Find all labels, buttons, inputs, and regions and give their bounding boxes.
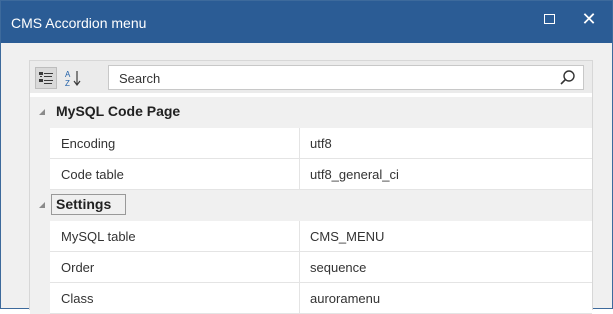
property-row[interactable]: Code table utf8_general_ci [30,159,592,190]
category-label: MySQL Code Page [56,103,181,119]
window-title: CMS Accordion menu [11,15,147,31]
property-value-cell[interactable]: CMS_MENU [300,221,592,252]
collapse-icon[interactable] [38,201,46,209]
property-value-cell[interactable]: auroramenu [300,283,592,314]
property-name: Code table [61,167,124,182]
maximize-icon [543,14,555,24]
alphabetical-sort-button[interactable]: A Z [62,67,84,89]
collapse-icon[interactable] [38,108,46,116]
maximize-button[interactable] [529,1,569,37]
property-name-cell[interactable]: Code table [50,159,300,190]
property-name-cell[interactable]: Class [50,283,300,314]
property-value: CMS_MENU [310,229,385,244]
property-value: auroramenu [310,291,381,306]
row-gutter [30,283,50,314]
sort-alphabetical-icon: A Z [65,70,81,87]
property-value: utf8 [310,136,332,151]
property-value: utf8_general_ci [310,167,399,182]
row-gutter [30,252,50,283]
close-button[interactable]: ✕ [569,1,609,37]
property-name-cell[interactable]: Order [50,252,300,283]
property-value: sequence [310,260,367,275]
property-grid: MySQL Code Page Encoding utf8 Code table… [30,97,592,314]
property-row[interactable]: Encoding utf8 [30,128,592,159]
property-row[interactable]: MySQL table CMS_MENU [30,221,592,252]
property-name: Encoding [61,136,116,151]
close-icon: ✕ [581,8,597,29]
category-row[interactable]: MySQL Code Page [30,97,592,128]
categorized-view-button[interactable] [35,67,57,89]
property-grid-panel: A Z Search MySQL Code Page Encoding utf8… [29,60,593,314]
property-name: Order [61,260,95,275]
category-row[interactable]: Settings [30,190,592,221]
search-placeholder: Search [119,71,161,86]
property-row[interactable]: Order sequence [30,252,592,283]
property-value-cell[interactable]: utf8 [300,128,592,159]
svg-text:A: A [65,70,71,79]
search-icon[interactable] [559,69,577,87]
svg-text:Z: Z [65,79,70,87]
property-toolbar: A Z Search [30,61,592,93]
title-bar[interactable]: CMS Accordion menu ✕ [1,1,612,43]
property-window: CMS Accordion menu ✕ A Z Search MySQL Co… [0,0,613,314]
property-row[interactable]: Class auroramenu [30,283,592,314]
categorized-view-icon [39,72,53,84]
property-value-cell[interactable]: utf8_general_ci [300,159,592,190]
category-label: Settings [56,196,112,212]
search-input[interactable]: Search [108,65,584,90]
property-name: MySQL table [61,229,136,244]
property-value-cell[interactable]: sequence [300,252,592,283]
row-gutter [30,128,50,159]
row-gutter [30,221,50,252]
property-name-cell[interactable]: MySQL table [50,221,300,252]
property-name-cell[interactable]: Encoding [50,128,300,159]
property-name: Class [61,291,94,306]
row-gutter [30,159,50,190]
